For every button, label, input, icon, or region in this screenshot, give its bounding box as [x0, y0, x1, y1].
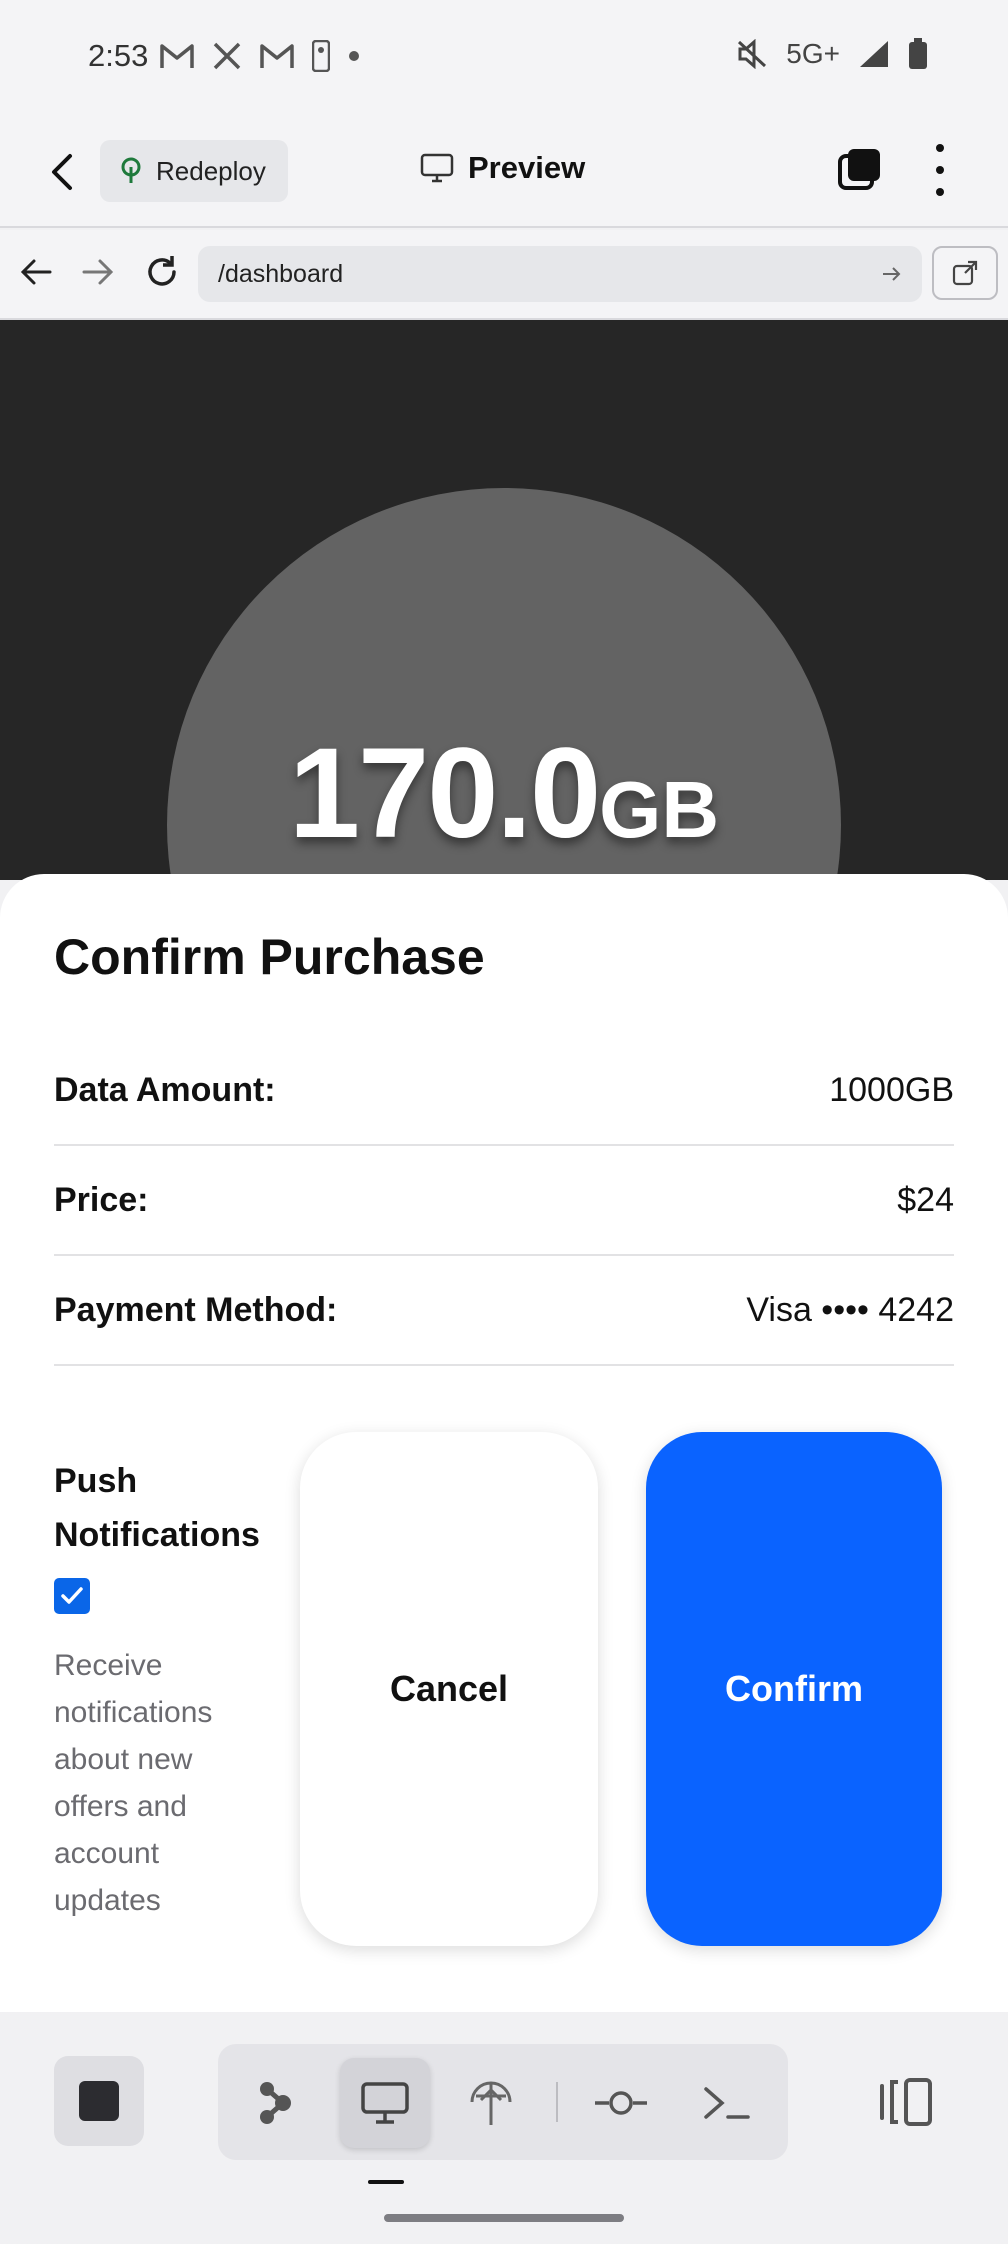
- back-arrow-icon[interactable]: [44, 150, 84, 194]
- url-text: /dashboard: [218, 259, 344, 288]
- go-arrow-icon[interactable]: [880, 262, 904, 286]
- redeploy-label: Redeploy: [156, 155, 266, 186]
- signal-icon: [860, 41, 888, 67]
- agent-tool-button[interactable]: [230, 2058, 320, 2148]
- sheet-title: Confirm Purchase: [54, 929, 485, 985]
- row-value: Visa •••• 4242: [746, 1290, 954, 1329]
- row-value: 1000GB: [829, 1070, 954, 1109]
- cancel-button[interactable]: Cancel: [300, 1432, 598, 1946]
- price-row: Price: $24: [54, 1146, 954, 1256]
- x-icon: [213, 42, 241, 70]
- gauge-number: 170.0: [288, 722, 601, 865]
- active-tab-indicator: [368, 2180, 404, 2184]
- push-notifications-description: Receive notifications about new offers a…: [54, 1649, 213, 1917]
- checkmark-icon: [61, 1587, 83, 1604]
- tabs-icon[interactable]: [836, 146, 884, 194]
- gauge-unit: GB: [599, 765, 720, 854]
- open-external-button[interactable]: [932, 246, 998, 300]
- notification-icons: [160, 40, 360, 72]
- terminal-tool-button[interactable]: [682, 2058, 772, 2148]
- open-external-icon: [952, 260, 978, 286]
- stop-icon: [79, 2081, 119, 2121]
- deploy-tool-button[interactable]: [446, 2058, 536, 2148]
- network-label: 5G+: [786, 38, 840, 69]
- tool-divider: [556, 2082, 558, 2122]
- gauge-value: 170.0GB: [0, 720, 1008, 867]
- split-view-icon[interactable]: [876, 2072, 936, 2132]
- tool-group: [218, 2044, 788, 2160]
- data-amount-row: Data Amount: 1000GB: [54, 1036, 954, 1146]
- browser-bar: /dashboard: [0, 230, 1008, 320]
- nba-icon: [312, 40, 330, 72]
- globe-upload-icon: [470, 2081, 512, 2125]
- confirm-purchase-sheet: Confirm Purchase Data Amount: 1000GB Pri…: [0, 874, 1008, 2012]
- terminal-icon: [704, 2087, 750, 2119]
- app-header: Redeploy Preview: [0, 116, 1008, 228]
- gmail-icon: [160, 44, 194, 68]
- commit-icon: [595, 2091, 647, 2115]
- confirm-button[interactable]: Confirm: [646, 1432, 942, 1946]
- preview-title: Preview: [420, 150, 585, 186]
- gmail-icon: [260, 44, 294, 68]
- mute-icon: [738, 39, 767, 69]
- row-label: Price:: [54, 1180, 149, 1219]
- redeploy-button[interactable]: Redeploy: [100, 140, 288, 202]
- row-label: Payment Method:: [54, 1290, 338, 1329]
- push-notifications-checkbox[interactable]: [54, 1578, 90, 1614]
- status-time: 2:53: [88, 38, 149, 73]
- push-notifications-title: Push Notifications: [54, 1462, 260, 1554]
- dot-icon: [349, 51, 359, 61]
- url-input[interactable]: /dashboard: [198, 246, 922, 302]
- row-label: Data Amount:: [54, 1070, 276, 1109]
- more-options-button[interactable]: [922, 144, 958, 196]
- dashboard-view: 170.0GB: [0, 320, 1008, 880]
- preview-tool-button[interactable]: [340, 2058, 430, 2148]
- status-bar: 2:53 5G+: [0, 0, 1008, 116]
- bottom-toolbar: [0, 2012, 1008, 2244]
- battery-icon: [909, 38, 927, 69]
- monitor-icon: [420, 153, 454, 183]
- status-right: 5G+: [736, 38, 928, 70]
- preview-label: Preview: [468, 150, 586, 185]
- home-indicator[interactable]: [384, 2214, 624, 2222]
- git-tool-button[interactable]: [576, 2058, 666, 2148]
- reload-icon[interactable]: [142, 252, 182, 292]
- tree-icon: [121, 157, 141, 183]
- agent-icon: [260, 2082, 291, 2124]
- browser-back-icon[interactable]: [16, 252, 56, 292]
- browser-forward-icon[interactable]: [78, 252, 118, 292]
- monitor-icon: [361, 2082, 409, 2124]
- row-value: $24: [897, 1180, 954, 1219]
- stop-button[interactable]: [54, 2056, 144, 2146]
- payment-method-row: Payment Method: Visa •••• 4242: [54, 1256, 954, 1366]
